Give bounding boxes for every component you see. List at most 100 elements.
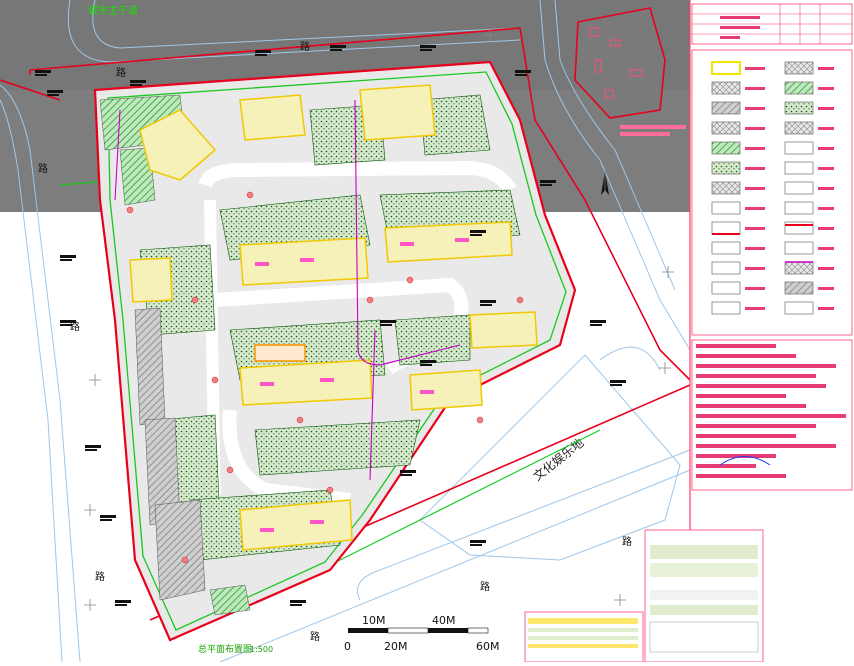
road-marker: 路: [310, 630, 320, 643]
legend-swatch-left: [711, 141, 741, 155]
legend-swatch-right: [784, 121, 814, 135]
legend-swatch-right: [784, 201, 814, 215]
drawing-title-scale: 1:500: [250, 645, 273, 654]
survey-marker: [85, 445, 101, 448]
legend-swatch-right: [784, 281, 814, 295]
economic-indicator-table: [524, 529, 764, 663]
legend-text-left: [745, 107, 765, 110]
survey-marker: [47, 90, 63, 93]
survey-marker-sub: [380, 324, 392, 326]
legend-text-left: [745, 267, 765, 270]
note-line: [696, 424, 816, 428]
survey-marker: [470, 230, 486, 233]
survey-marker-sub: [590, 324, 602, 326]
legend-text-left: [745, 187, 765, 190]
legend-swatch-right: [784, 261, 814, 275]
survey-marker: [420, 45, 436, 48]
drawing-title: 总平面布置图 1:500: [198, 643, 273, 655]
note-line: [696, 434, 796, 438]
legend-swatch-right: [784, 241, 814, 255]
road-marker: 路: [70, 320, 80, 333]
legend-text-left: [745, 247, 765, 250]
note-line: [696, 374, 816, 378]
cad-site-plan: 文化娱乐地 路路路路路路路路 城市主干道 10M 40M 0 20M 60M 总…: [0, 0, 854, 663]
legend-text-right: [818, 207, 834, 210]
road-marker: 路: [622, 535, 632, 548]
legend-text-right: [818, 147, 834, 150]
survey-marker-sub: [60, 259, 72, 261]
survey-marker: [470, 540, 486, 543]
legend-swatch-left: [711, 301, 741, 315]
legend-text-right: [818, 107, 834, 110]
legend-swatch-left: [711, 81, 741, 95]
legend-swatch-left: [711, 101, 741, 115]
survey-marker-sub: [35, 74, 47, 76]
note-line: [696, 384, 826, 388]
survey-marker-sub: [100, 519, 112, 521]
survey-marker: [255, 50, 271, 53]
legend-text-right: [818, 307, 834, 310]
survey-marker: [540, 180, 556, 183]
legend-swatch-right: [784, 301, 814, 315]
survey-marker-sub: [470, 544, 482, 546]
road-marker: 路: [300, 40, 310, 53]
survey-marker-sub: [330, 49, 342, 51]
legend-swatch-left: [711, 61, 741, 75]
note-line: [696, 364, 836, 368]
top-road-label: 城市主干道: [88, 4, 138, 17]
legend-text-left: [745, 307, 765, 310]
legend-text-right: [818, 127, 834, 130]
legend-swatch-left: [711, 121, 741, 135]
scale-label-20m: 20M: [384, 640, 408, 653]
legend-text-right: [818, 227, 834, 230]
note-line: [696, 474, 786, 478]
road-marker: 路: [480, 580, 490, 593]
road-marker: 路: [38, 162, 48, 175]
survey-marker: [400, 470, 416, 473]
legend-text-left: [745, 67, 765, 70]
road-marker: 路: [95, 570, 105, 583]
grid-cross: [84, 599, 96, 611]
legend-swatch-right: [784, 141, 814, 155]
legend-text-right: [818, 67, 834, 70]
survey-marker: [115, 600, 131, 603]
grid-cross: [659, 362, 671, 374]
legend-text-right: [818, 247, 834, 250]
legend-swatch-left: [711, 281, 741, 295]
legend-text-right: [818, 267, 834, 270]
scale-bar: 10M 40M 0 20M 60M: [344, 614, 500, 653]
survey-marker-sub: [255, 54, 267, 56]
survey-marker-sub: [480, 304, 492, 306]
legend-swatch-right: [784, 221, 814, 235]
survey-marker: [100, 515, 116, 518]
legend-text-right: [818, 167, 834, 170]
legend-text-left: [745, 87, 765, 90]
legend-text-right: [818, 187, 834, 190]
legend-text-right: [818, 87, 834, 90]
survey-marker-sub: [290, 604, 302, 606]
legend-text-left: [745, 167, 765, 170]
drawing-title-text: 总平面布置图: [198, 643, 252, 655]
survey-marker: [60, 255, 76, 258]
legend-text-left: [745, 127, 765, 130]
survey-marker: [290, 600, 306, 603]
note-line: [696, 464, 756, 468]
survey-marker-sub: [420, 49, 432, 51]
road-marker: 路: [116, 66, 126, 79]
scale-label-10m: 10M: [362, 614, 386, 627]
scale-label-40m: 40M: [432, 614, 456, 627]
survey-marker: [515, 70, 531, 73]
note-line: [696, 394, 786, 398]
site-plan-drawing: 文化娱乐地 路 路 路 路 路 路 路 路 城市主干道 10M 40M 0 20…: [0, 0, 854, 663]
survey-marker: [420, 360, 436, 363]
grid-cross: [84, 504, 96, 516]
survey-marker-sub: [515, 74, 527, 76]
grid-cross: [614, 594, 626, 606]
survey-marker-sub: [400, 474, 412, 476]
legend-swatch-left: [711, 261, 741, 275]
survey-marker-sub: [420, 364, 432, 366]
legend-text-left: [745, 287, 765, 290]
survey-marker-sub: [130, 84, 142, 86]
legend-text-right: [818, 287, 834, 290]
legend-swatch-left: [711, 221, 741, 235]
